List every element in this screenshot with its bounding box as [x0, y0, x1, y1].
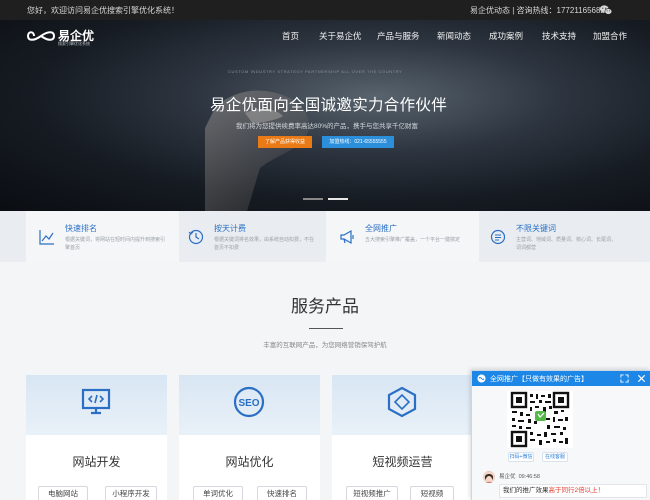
hero-subtitle-en: CUSTOM INDUSTRY STRATEGY PARTNERSHIP ALL… [228, 69, 403, 74]
join-hotline-button[interactable]: 加盟热线：021-65555555 [322, 136, 394, 148]
card-tag-button[interactable]: 短视频推广 [346, 486, 398, 500]
feature-desc: 根据关键词，将网站在短时间内提升到搜索引擎首页 [65, 237, 166, 251]
card-title: 网站优化 [225, 455, 274, 469]
chat-widget[interactable]: 全网推广【只做有效果的广告】 扫码+微信 在线客服 易企优 09:46:58 我… [471, 370, 650, 500]
card-tag-button[interactable]: 单词优化 [193, 486, 243, 500]
infinity-logo-icon [26, 31, 56, 41]
megaphone-icon [340, 229, 354, 245]
feature-desc: 根据关键词排名效果，由系统自动扣费，不在首页不扣费 [214, 237, 315, 251]
nav-item-home[interactable]: 首页 [282, 30, 299, 42]
online-service-button[interactable]: 在线客服 [542, 452, 568, 462]
feature-item[interactable]: 不限关键词 主营词、地域词、质量词、核心词、长尾词，词词都营 [477, 211, 630, 262]
feature-title: 快速排名 [65, 224, 97, 233]
service-card[interactable]: SEO 网站优化 单词优化 快速排名 [179, 375, 320, 500]
scan-wechat-button[interactable]: 扫码+微信 [508, 452, 534, 462]
card-tag-button[interactable]: 小程序开发 [105, 486, 157, 500]
chat-title: 全网推广【只做有效果的广告】 [490, 376, 588, 383]
chat-message: 我们的推广效果高于同行2倍以上！ [499, 484, 647, 498]
expand-icon[interactable] [620, 374, 629, 383]
nav-item-cases[interactable]: 成功案例 [489, 30, 523, 42]
message-time: 09:46:58 [518, 474, 540, 480]
top-bar: 您好，欢迎访问易企优搜索引擎优化系统！ 易企优动态 | 咨询热线：1772116… [0, 0, 650, 20]
services-subtitle: 丰富的互联网产品，为您网络营销保驾护航 [263, 342, 387, 349]
cube-icon [387, 386, 417, 418]
chat-header[interactable]: 全网推广【只做有效果的广告】 [472, 371, 650, 386]
welcome-text: 您好，欢迎访问易企优搜索引擎优化系统！ [27, 6, 179, 15]
feature-desc: 主营词、地域词、质量词、核心词、长尾词，词词都营 [516, 237, 617, 251]
feature-item[interactable]: 快速排名 根据关键词，将网站在短时间内提升到搜索引擎首页 [26, 211, 179, 262]
card-tag-button[interactable]: 短视频 [410, 486, 454, 500]
hotline-text[interactable]: 易企优动态 | 咨询热线：17721165682 [470, 5, 605, 16]
chat-logo-icon [477, 374, 486, 383]
feature-item[interactable]: 全网推广 五大搜索引擎推广覆盖，一个平台一键搞定 [326, 211, 479, 262]
carousel-dot-1[interactable] [303, 198, 323, 200]
logo[interactable]: 易企优 搜索引擎优化系统 [26, 26, 116, 48]
feature-item[interactable]: 按天计费 根据关键词排名效果，由系统自动扣费，不在首页不扣费 [175, 211, 328, 262]
feature-title: 全网推广 [365, 224, 397, 233]
nav-item-about[interactable]: 关于易企优 [319, 30, 362, 42]
hero-title: 易企优面向全国诚邀实力合作伙伴 [210, 97, 448, 114]
feature-title: 按天计费 [214, 224, 246, 233]
card-title: 网站开发 [72, 455, 121, 469]
services-divider [309, 328, 343, 329]
code-monitor-icon [81, 388, 111, 415]
hero-description: 我们将为您提供续费率高达80%的产品，携手与您共享千亿财富 [236, 123, 419, 130]
service-card[interactable]: 短视频运营 短视频推广 短视频 [332, 375, 473, 500]
wechat-qr-code [507, 391, 573, 448]
main-nav: 易企优 搜索引擎优化系统 首页 关于易企优 产品与服务 新闻动态 成功案例 技术… [0, 20, 650, 52]
message-text: 我们的推广效果 [503, 487, 549, 494]
time-cycle-icon [188, 229, 204, 245]
service-card[interactable]: 网站开发 电脑网站 小程序开发 [26, 375, 167, 500]
sender-name: 易企优 [499, 474, 516, 480]
card-title: 短视频运营 [372, 455, 433, 469]
seo-icon: SEO [233, 386, 265, 418]
services-title: 服务产品 [291, 297, 359, 316]
feature-desc: 五大搜索引擎推广覆盖，一个平台一键搞定 [365, 237, 461, 243]
carousel-dot-2[interactable] [328, 198, 348, 200]
line-chart-icon [39, 230, 54, 245]
card-tag-button[interactable]: 快速排名 [257, 486, 307, 500]
nav-item-support[interactable]: 技术支持 [542, 30, 576, 42]
card-tag-button[interactable]: 电脑网站 [38, 486, 88, 500]
message-highlight: 高于同行2倍以上！ [548, 487, 605, 494]
feature-title: 不限关键词 [516, 224, 556, 233]
agent-avatar [483, 471, 495, 483]
wechat-icon[interactable] [599, 3, 613, 17]
close-icon[interactable] [637, 374, 646, 383]
nav-item-news[interactable]: 新闻动态 [437, 30, 471, 42]
learn-product-button[interactable]: 了解产品获得收益 [258, 136, 312, 148]
nav-item-products[interactable]: 产品与服务 [377, 30, 420, 42]
logo-tagline: 搜索引擎优化系统 [58, 41, 90, 46]
feature-strip: 快速排名 根据关键词，将网站在短时间内提升到搜索引擎首页 按天计费 根据关键词排… [0, 211, 650, 262]
svg-text:SEO: SEO [238, 398, 259, 409]
keyword-search-icon [490, 229, 506, 245]
chat-body: 扫码+微信 在线客服 易企优 09:46:58 我们的推广效果高于同行2倍以上！ [472, 386, 650, 500]
message-sender: 易企优 09:46:58 [499, 472, 540, 480]
nav-item-join[interactable]: 加盟合作 [593, 30, 627, 42]
hero-banner: 易企优 搜索引擎优化系统 首页 关于易企优 产品与服务 新闻动态 成功案例 技术… [0, 20, 650, 211]
